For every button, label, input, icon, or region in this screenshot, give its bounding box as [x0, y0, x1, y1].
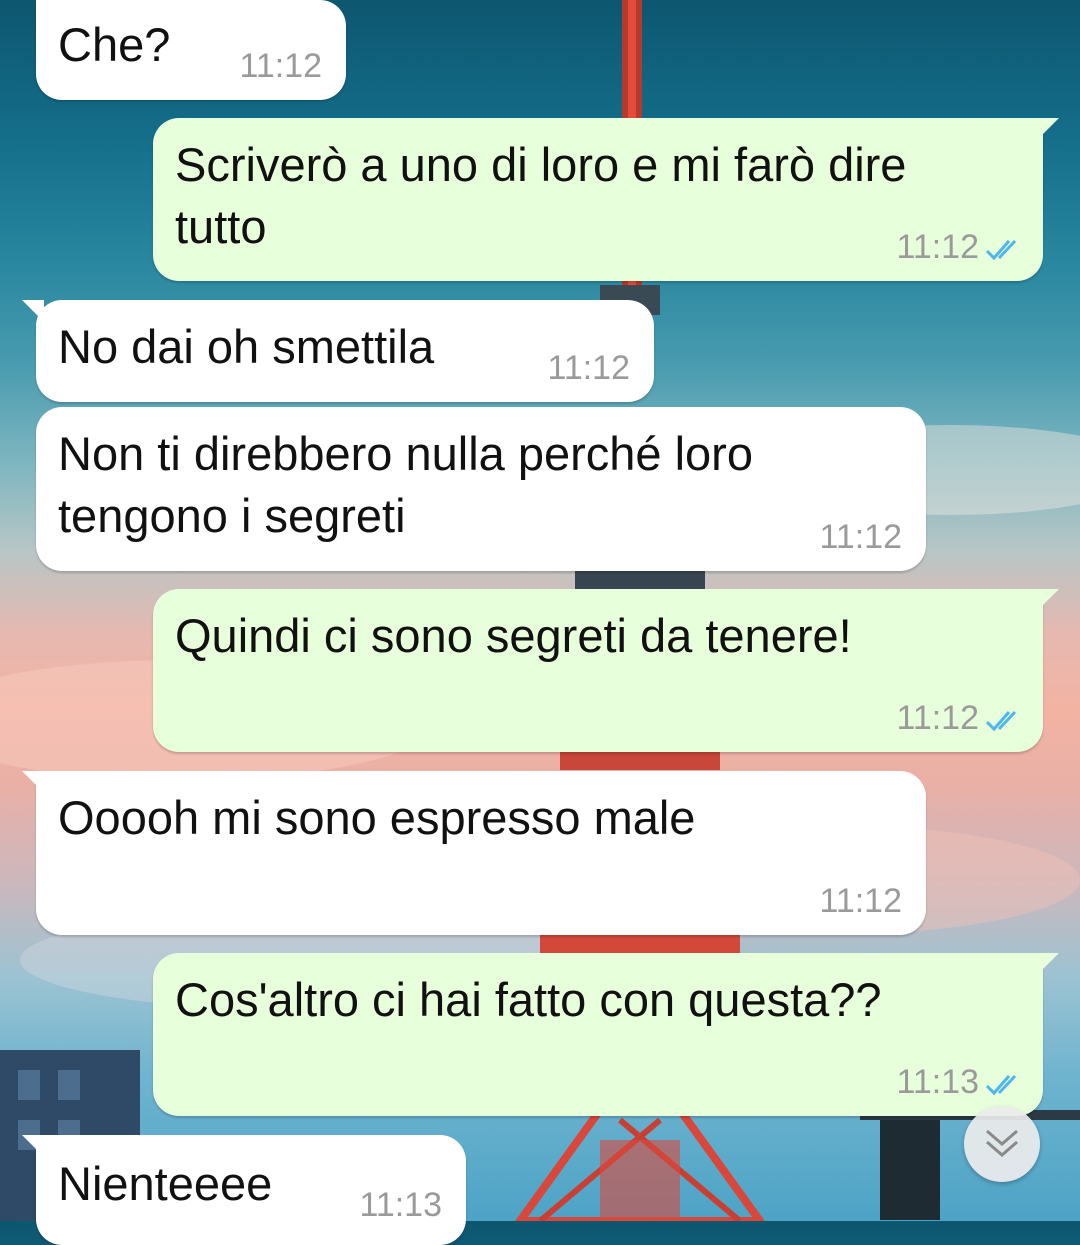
message-bubble-incoming[interactable]: Non ti direbbero nulla perché loro tengo…: [36, 407, 926, 571]
bubble-tail: [22, 771, 44, 793]
message-bubble-incoming[interactable]: No dai oh smettila 11:12: [22, 300, 654, 402]
message-time: 11:12: [896, 699, 979, 737]
message-text: Scriverò a uno di loro e mi farò dire tu…: [175, 138, 907, 253]
message-time: 11:13: [359, 1186, 442, 1224]
message-time: 11:13: [896, 1063, 979, 1101]
message-text: Nienteeee: [58, 1157, 273, 1210]
message-time: 11:12: [896, 228, 979, 266]
message-bubble-incoming[interactable]: Ooooh mi sono espresso male 11:12: [22, 771, 926, 935]
bubble-tail: [22, 300, 44, 322]
message-text: Cos'altro ci hai fatto con questa??: [175, 973, 882, 1026]
message-text: Ooooh mi sono espresso male: [58, 791, 696, 844]
message-text: Non ti direbbero nulla perché loro tengo…: [58, 427, 753, 542]
message-bubble-incoming[interactable]: Che? 11:12: [36, 0, 346, 100]
message-text: Che?: [58, 18, 171, 71]
chat-message-list[interactable]: Che? 11:12 Scriverò a uno di loro e mi f…: [0, 0, 1080, 1245]
message-time: 11:12: [547, 349, 630, 387]
double-chevron-down-icon: [986, 1129, 1018, 1157]
message-text: Quindi ci sono segreti da tenere!: [175, 609, 852, 662]
bubble-tail: [22, 1135, 44, 1157]
message-text: No dai oh smettila: [58, 320, 435, 373]
message-time: 11:12: [819, 518, 902, 556]
message-bubble-outgoing[interactable]: Scriverò a uno di loro e mi farò dire tu…: [153, 118, 1059, 281]
message-bubble-incoming[interactable]: Nienteeee 11:13: [22, 1135, 466, 1245]
message-bubble-outgoing[interactable]: Quindi ci sono segreti da tenere! 11:12: [153, 589, 1059, 752]
message-time: 11:12: [819, 882, 902, 920]
bubble-tail: [1037, 953, 1059, 975]
bubble-tail: [1037, 118, 1059, 140]
scroll-to-bottom-button[interactable]: [964, 1106, 1040, 1182]
double-check-icon: [985, 239, 1017, 261]
message-bubble-outgoing[interactable]: Cos'altro ci hai fatto con questa?? 11:1…: [153, 953, 1059, 1116]
bubble-tail: [1037, 589, 1059, 611]
double-check-icon: [985, 1074, 1017, 1096]
message-time: 11:12: [239, 47, 322, 85]
double-check-icon: [985, 710, 1017, 732]
